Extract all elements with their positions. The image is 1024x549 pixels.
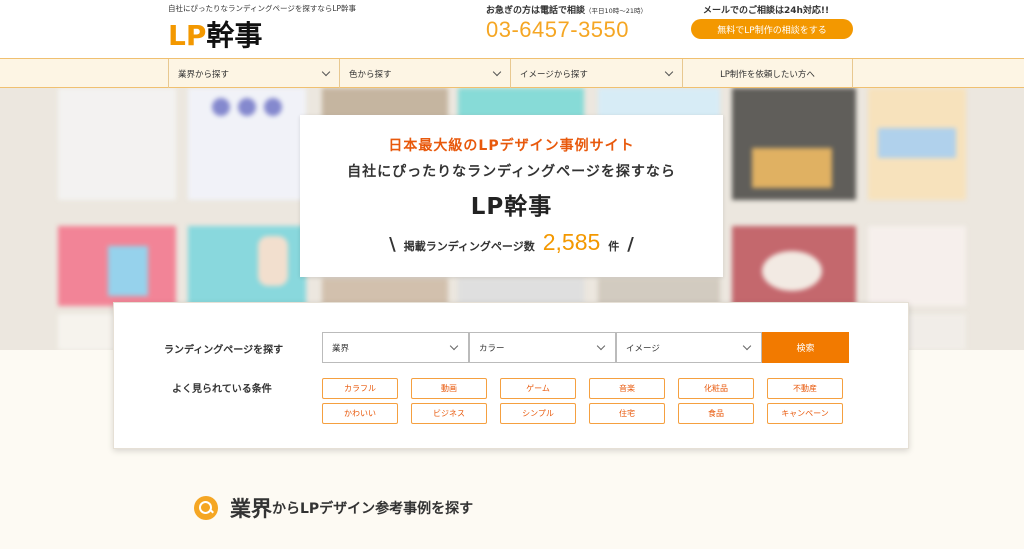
count-value: 2,585 (542, 229, 601, 255)
tag-housing[interactable]: 住宅 (589, 403, 665, 424)
hero-title: LP幹事 (470, 194, 553, 220)
tag-cute[interactable]: かわいい (322, 403, 398, 424)
nav-item-image[interactable]: イメージから探す (510, 59, 682, 88)
tag-food[interactable]: 食品 (678, 403, 754, 424)
slash-right: / (627, 234, 634, 255)
tag-video[interactable]: 動画 (411, 378, 487, 399)
chevron-down-icon (492, 67, 502, 77)
hero-card: 日本最大級のLPデザイン事例サイト 自社にぴったりなランディングページを探すなら… (300, 115, 723, 277)
search-label: ランディングページを探す (164, 345, 284, 356)
image-select[interactable]: イメージ (616, 332, 762, 363)
section-title-em: 業界 (230, 497, 272, 521)
tag-real-estate[interactable]: 不動産 (767, 378, 843, 399)
tag-cosmetics[interactable]: 化粧品 (678, 378, 754, 399)
mail-note: メールでのご相談は24h対応!! (703, 6, 830, 16)
chevron-down-icon (742, 341, 752, 351)
chevron-down-icon (664, 67, 674, 77)
phone-note-text: お急ぎの方は電話で相談 (486, 6, 586, 16)
tag-campaign[interactable]: キャンペーン (767, 403, 843, 424)
nav-item-color[interactable]: 色から探す (339, 59, 510, 88)
tag-game[interactable]: ゲーム (500, 378, 576, 399)
phone-number[interactable]: 03-6457-3550 (486, 17, 629, 43)
tag-simple[interactable]: シンプル (500, 403, 576, 424)
site-header: 自社にぴったりなランディングページを探すならLP幹事 LP幹事 お急ぎの方は電話… (0, 0, 1024, 58)
nav-item-label: 業界から探す (178, 69, 230, 80)
search-icon (194, 496, 218, 520)
nav-item-label: LP制作を依頼したい方へ (720, 69, 815, 80)
section-title-rest: からLPデザイン参考事例を探す (272, 501, 474, 517)
nav-item-label: 色から探す (349, 69, 392, 80)
industry-select[interactable]: 業界 (322, 332, 469, 363)
logo-kanji: 幹事 (206, 19, 263, 52)
chevron-down-icon (449, 341, 459, 351)
nav-item-industry[interactable]: 業界から探す (168, 59, 339, 88)
phone-note: お急ぎの方は電話で相談（平日10時〜21時） (486, 3, 647, 16)
tag-business[interactable]: ビジネス (411, 403, 487, 424)
select-value: イメージ (626, 343, 660, 354)
count-unit: 件 (608, 240, 620, 253)
site-logo[interactable]: LP幹事 (168, 14, 262, 54)
phone-hours: （平日10時〜21時） (585, 7, 648, 15)
search-button[interactable]: 検索 (762, 332, 849, 363)
hero-kicker: 日本最大級のLPデザイン事例サイト (388, 138, 635, 154)
tag-colorful[interactable]: カラフル (322, 378, 398, 399)
search-panel: ランディングページを探す 業界 カラー イメージ 検索 よく見られている条件 カ… (113, 302, 909, 449)
section-heading: 業界 からLPデザイン参考事例を探す (194, 493, 473, 523)
select-value: 業界 (332, 343, 350, 354)
global-nav: 業界から探す 色から探す イメージから探す LP制作を依頼したい方へ (0, 58, 1024, 88)
tag-music[interactable]: 音楽 (589, 378, 665, 399)
select-value: カラー (479, 343, 505, 354)
chevron-down-icon (321, 67, 331, 77)
chevron-down-icon (596, 341, 606, 351)
site-tagline: 自社にぴったりなランディングページを探すならLP幹事 (168, 4, 357, 13)
lp-count: \ 掲載ランディングページ数 2,585 件 / (300, 229, 723, 256)
color-select[interactable]: カラー (469, 332, 616, 363)
hero-subtitle: 自社にぴったりなランディングページを探すなら (347, 164, 676, 180)
count-label: 掲載ランディングページ数 (403, 240, 535, 253)
slash-left: \ (389, 234, 396, 255)
nav-item-request[interactable]: LP制作を依頼したい方へ (682, 59, 853, 88)
free-consult-button[interactable]: 無料でLP制作の相談をする (691, 19, 853, 39)
popular-conditions-label: よく見られている条件 (172, 384, 272, 395)
nav-item-label: イメージから探す (520, 69, 588, 80)
logo-lp: LP (168, 19, 207, 52)
